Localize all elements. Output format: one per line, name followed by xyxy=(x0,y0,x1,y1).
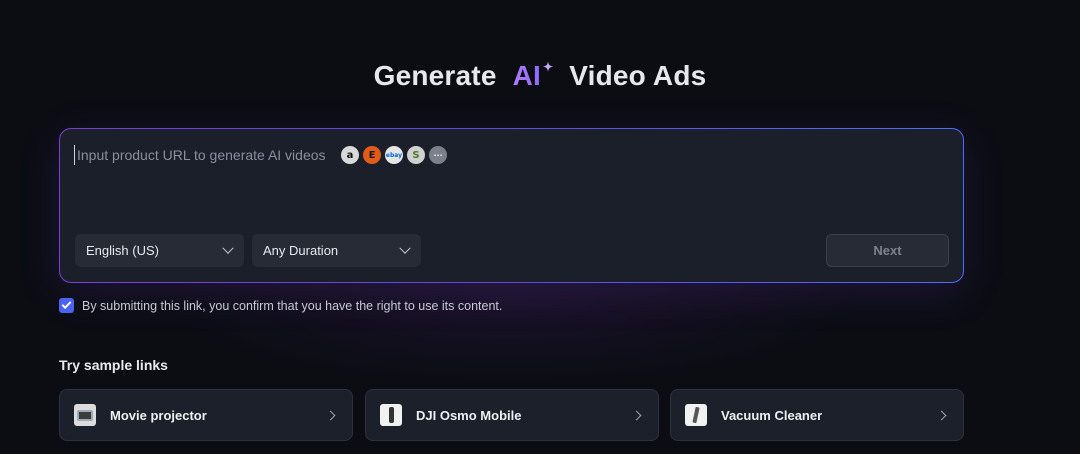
ebay-icon: ebay xyxy=(385,146,403,164)
gimbal-thumbnail xyxy=(380,404,402,426)
chevron-right-icon xyxy=(936,410,947,420)
next-button[interactable]: Next xyxy=(826,234,949,267)
title-prefix: Generate xyxy=(373,60,497,91)
sample-label: Vacuum Cleaner xyxy=(721,407,823,423)
page-title: Generate AI ✦ Video Ads xyxy=(0,60,1080,92)
chevron-right-icon xyxy=(325,410,336,420)
consent-text: By submitting this link, you confirm tha… xyxy=(82,298,503,313)
chevron-down-icon xyxy=(399,242,411,254)
language-select[interactable]: English (US) xyxy=(75,234,244,267)
etsy-icon: E xyxy=(363,146,381,164)
language-value: English (US) xyxy=(86,243,159,258)
sample-link-vacuum-cleaner[interactable]: Vacuum Cleaner xyxy=(670,389,964,441)
projector-thumbnail xyxy=(74,404,96,426)
url-input-panel: a E ebay S ··· English (US) Any Duration… xyxy=(60,129,963,282)
sample-label: Movie projector xyxy=(110,407,207,423)
shopify-icon: S xyxy=(407,146,425,164)
sparkle-icon: ✦ xyxy=(542,60,554,74)
more-icon[interactable]: ··· xyxy=(429,146,447,164)
title-suffix: Video Ads xyxy=(569,60,707,91)
samples-title: Try sample links xyxy=(59,357,168,373)
supported-stores: a E ebay S ··· xyxy=(341,146,447,164)
product-url-input[interactable] xyxy=(74,145,340,165)
consent-row: By submitting this link, you confirm tha… xyxy=(59,298,502,313)
chevron-down-icon xyxy=(222,242,234,254)
sample-link-dji-osmo[interactable]: DJI Osmo Mobile xyxy=(365,389,659,441)
duration-value: Any Duration xyxy=(263,243,339,258)
check-icon xyxy=(61,299,72,310)
sample-link-movie-projector[interactable]: Movie projector xyxy=(59,389,353,441)
sample-label: DJI Osmo Mobile xyxy=(416,407,522,423)
duration-select[interactable]: Any Duration xyxy=(252,234,421,267)
vacuum-thumbnail xyxy=(685,404,707,426)
consent-checkbox[interactable] xyxy=(59,298,74,313)
amazon-icon: a xyxy=(341,146,359,164)
url-input-card: a E ebay S ··· English (US) Any Duration… xyxy=(59,128,964,283)
title-ai: AI xyxy=(512,60,541,91)
chevron-right-icon xyxy=(631,410,642,420)
